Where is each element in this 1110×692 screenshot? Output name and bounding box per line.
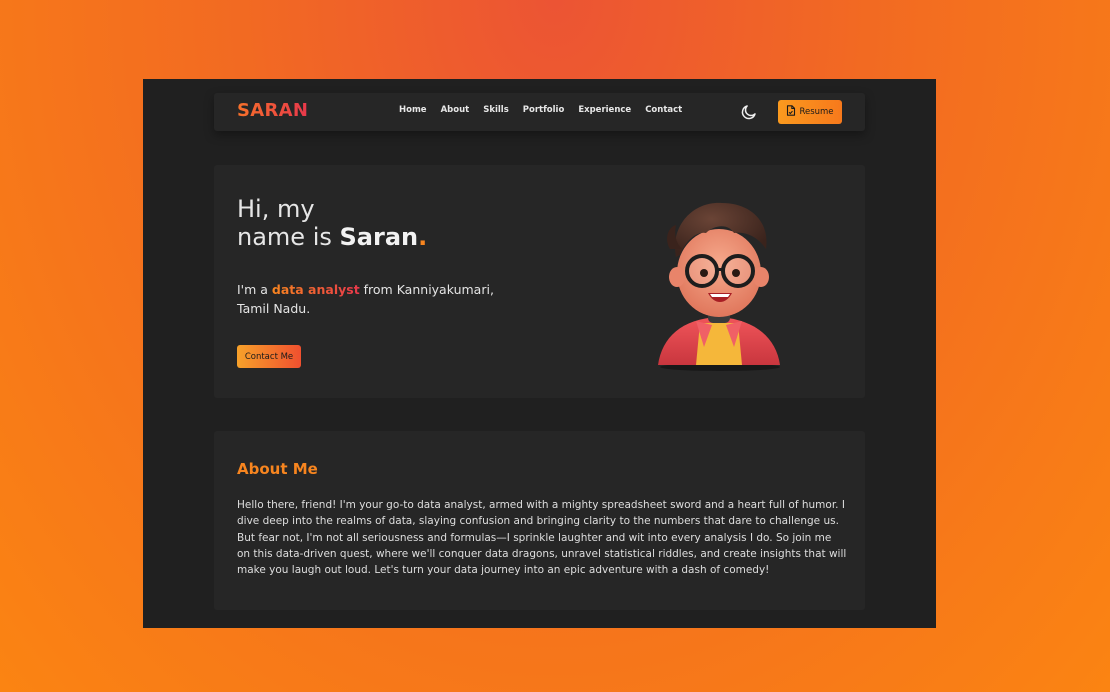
intro-prefix: I'm a (237, 282, 272, 297)
hero-intro: I'm a data analyst from Kanniyakumari, T… (237, 280, 517, 318)
hero-heading: Hi, my name is Saran. (237, 195, 427, 251)
nav-link-experience[interactable]: Experience (578, 105, 631, 115)
browser-window: SARAN Home About Skills Portfolio Experi… (143, 79, 936, 628)
hero-name: Saran (339, 223, 419, 251)
avatar-illustration (630, 187, 800, 372)
resume-button[interactable]: Resume (778, 100, 842, 124)
about-section: About Me Hello there, friend! I'm your g… (214, 431, 865, 610)
hero-role: data analyst (271, 282, 360, 297)
contact-me-button[interactable]: Contact Me (237, 345, 301, 368)
nav-link-portfolio[interactable]: Portfolio (523, 105, 565, 115)
nav-links: Home About Skills Portfolio Experience C… (399, 105, 696, 115)
moon-icon[interactable] (740, 103, 758, 121)
greeting-line1: Hi, my (237, 195, 315, 223)
nav-link-home[interactable]: Home (399, 105, 427, 115)
greeting-line2: name is (237, 223, 340, 251)
nav-link-contact[interactable]: Contact (645, 105, 682, 115)
navbar: SARAN Home About Skills Portfolio Experi… (214, 93, 865, 131)
about-title: About Me (237, 460, 318, 478)
document-icon (786, 105, 796, 119)
resume-label: Resume (799, 107, 834, 117)
about-body: Hello there, friend! I'm your go-to data… (237, 499, 847, 577)
site-logo[interactable]: SARAN (237, 100, 308, 121)
nav-link-about[interactable]: About (441, 105, 470, 115)
nav-link-skills[interactable]: Skills (483, 105, 509, 115)
hero-name-dot: . (418, 223, 428, 251)
hero-section: Hi, my name is Saran. I'm a data analyst… (214, 165, 865, 398)
